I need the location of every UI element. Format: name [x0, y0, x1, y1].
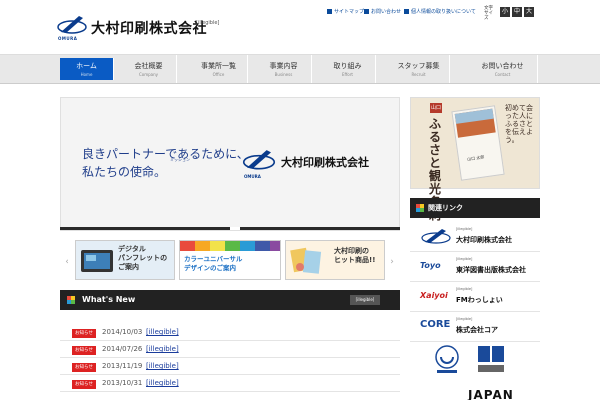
banner-color-universal[interactable]: カラーユニバーサル デザインのご案内 [179, 240, 281, 280]
news-link[interactable]: [illegible] [146, 379, 386, 387]
square-icon [364, 9, 369, 14]
nav-business[interactable]: 事業内容 Business [256, 55, 312, 83]
font-size-medium-button[interactable]: 中 [512, 7, 522, 17]
nav-home[interactable]: ホーム Home [60, 58, 114, 80]
contact-link[interactable]: お問い合わせ [364, 8, 401, 15]
privacy-link[interactable]: 個人情報の取り扱いについて [404, 8, 476, 15]
fm-logo-icon: Xaiyoi [420, 291, 448, 300]
nav-office[interactable]: 事業所一覧 Office [190, 55, 248, 83]
privacy-mark-icon[interactable] [432, 344, 462, 374]
news-link[interactable]: [illegible] [146, 362, 386, 370]
square-icon [327, 9, 332, 14]
hero-line-1: 良きパートナーであるために、 [82, 147, 249, 161]
font-size-label: 文字サイズ [484, 6, 493, 21]
card-name: 山口 太郎 [466, 154, 485, 162]
news-list-button[interactable]: [illegible] [350, 295, 380, 305]
news-date: 2014/07/26 [102, 345, 143, 353]
carousel-prev-icon[interactable]: ‹ [63, 255, 71, 269]
related-links-title: 関連リンク [428, 204, 463, 212]
hero-progress-gap [230, 227, 240, 230]
news-date: 2013/10/31 [102, 379, 143, 387]
iso-certification-icon[interactable] [476, 344, 506, 374]
square-icon [404, 9, 409, 14]
logo-subtext: OMURA [58, 36, 78, 41]
news-item: お知らせ 2013/11/19 [illegible] [60, 359, 400, 375]
hero-line-2: 私たちの使命。 [82, 165, 167, 179]
news-badge: お知らせ [72, 329, 96, 338]
news-date: 2014/10/03 [102, 328, 143, 336]
hero-ruby: ミッション [170, 157, 190, 162]
hero-company-name: 大村印刷株式会社 [281, 156, 369, 169]
whats-new-title: What's New [82, 295, 136, 304]
omura-logo-mark[interactable] [57, 14, 87, 36]
nav-contact[interactable]: お問い合わせ Contact [468, 55, 538, 83]
colored-squares-icon [67, 296, 75, 304]
tablet-icon [81, 250, 113, 272]
ad-region-tag: 山口 [430, 103, 442, 113]
omura-logo-icon [421, 229, 451, 244]
related-link-toyo[interactable]: Toyo [illegible] 東洋図書出版株式会社 [410, 252, 540, 282]
news-badge: お知らせ [72, 346, 96, 355]
news-badge: お知らせ [72, 363, 96, 372]
news-item: お知らせ 2014/10/03 [illegible] [60, 325, 400, 341]
nav-effort[interactable]: 取り組み Effort [320, 55, 376, 83]
core-logo-icon: CORE [420, 319, 451, 330]
sitemap-link[interactable]: サイトマップ [327, 8, 364, 15]
company-name[interactable]: 大村印刷株式会社 [91, 18, 207, 38]
ad-catchcopy: 初めて会った人にふるさとを伝えよう。 [505, 104, 533, 144]
tagline: [illegible] [196, 20, 220, 26]
news-link[interactable]: [illegible] [146, 345, 386, 353]
banner-digital-pamphlet[interactable]: デジタル パンフレットの ご案内 [75, 240, 175, 280]
news-item: お知らせ 2013/10/31 [illegible] [60, 376, 400, 392]
nav-company[interactable]: 会社概要 Company [121, 55, 177, 83]
related-link-fm[interactable]: Xaiyoi [illegible] FMわっしょい [410, 282, 540, 312]
related-link-omura[interactable]: [illegible] 大村印刷株式会社 [410, 222, 540, 252]
carousel-next-icon[interactable]: › [388, 255, 396, 269]
hero-logo-subtext: OMURA [244, 174, 261, 179]
products-image [290, 247, 322, 274]
font-size-large-button[interactable]: 大 [524, 7, 534, 17]
color-strip [180, 241, 280, 251]
news-item: お知らせ 2014/07/26 [illegible] [60, 342, 400, 358]
hero-logo-mark [242, 150, 276, 170]
nav-recruit[interactable]: スタッフ募集 Recruit [388, 55, 450, 83]
japan-banner-text[interactable]: JAPAN [468, 388, 514, 400]
colored-squares-icon [416, 204, 424, 212]
banner-hit-products[interactable]: 大村印刷の ヒット商品!! [285, 240, 385, 280]
news-link[interactable]: [illegible] [146, 328, 386, 336]
news-date: 2013/11/19 [102, 362, 143, 370]
related-link-core[interactable]: CORE [illegible] 株式会社コア [410, 312, 540, 342]
font-size-small-button[interactable]: 小 [500, 7, 510, 17]
news-badge: お知らせ [72, 380, 96, 389]
toyo-logo-icon: Toyo [420, 261, 441, 270]
